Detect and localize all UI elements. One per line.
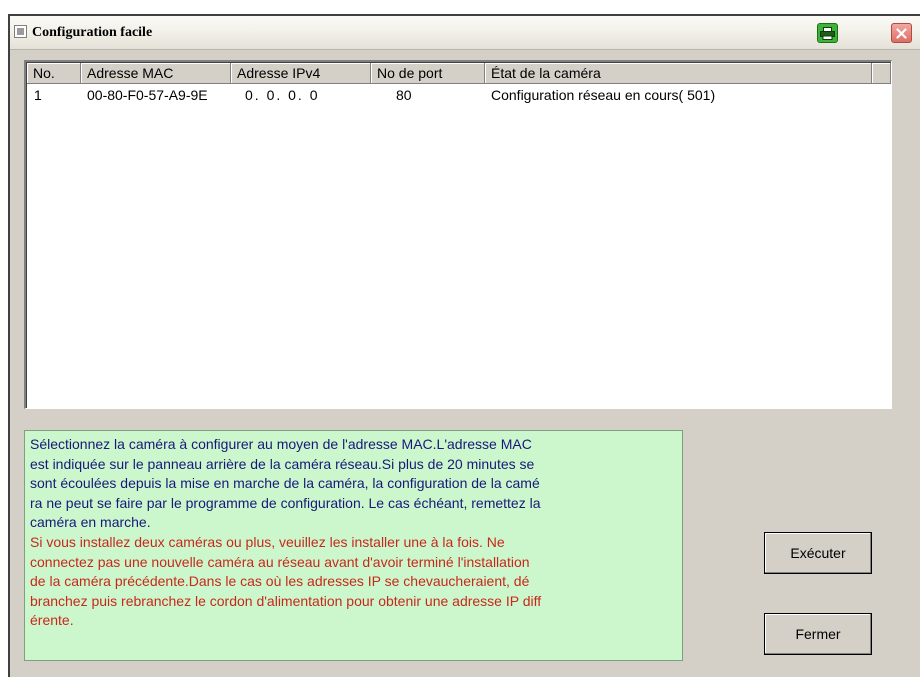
title-bar[interactable]: Configuration facile: [10, 16, 920, 50]
cell-no: 1: [34, 87, 42, 103]
execute-button[interactable]: Exécuter: [764, 532, 872, 574]
camera-list[interactable]: No. Adresse MAC Adresse IPv4 No de port …: [24, 60, 892, 409]
column-header-filler: [872, 63, 891, 84]
cell-ipv4-address: 0. 0. 0. 0: [245, 87, 320, 103]
column-header-no[interactable]: No.: [27, 63, 81, 84]
close-icon[interactable]: [891, 23, 912, 43]
instructions-panel: Sélectionnez la caméra à configurer au m…: [24, 430, 683, 661]
column-header-mac-address[interactable]: Adresse MAC: [81, 63, 231, 84]
warning-text: Si vous installez deux caméras ou plus, …: [30, 533, 542, 629]
cell-port: 80: [396, 87, 412, 103]
table-row[interactable]: 1 00-80-F0-57-A9-9E 0. 0. 0. 0 80 Config…: [27, 85, 891, 105]
camera-list-header: No. Adresse MAC Adresse IPv4 No de port …: [27, 63, 891, 84]
close-button[interactable]: Fermer: [764, 613, 872, 655]
cell-camera-state: Configuration réseau en cours( 501): [491, 87, 716, 103]
column-header-ipv4-address[interactable]: Adresse IPv4: [231, 63, 371, 84]
window-title: Configuration facile: [32, 25, 153, 40]
printer-icon[interactable]: [817, 23, 838, 43]
column-header-port[interactable]: No de port: [371, 63, 485, 84]
cell-mac-address: 00-80-F0-57-A9-9E: [87, 87, 208, 103]
window-icon[interactable]: [14, 25, 27, 38]
configuration-dialog: Configuration facile No. Adresse MAC Adr…: [8, 14, 920, 677]
instructions-text: Sélectionnez la caméra à configurer au m…: [30, 436, 541, 531]
column-header-camera-state[interactable]: État de la caméra: [485, 63, 872, 84]
